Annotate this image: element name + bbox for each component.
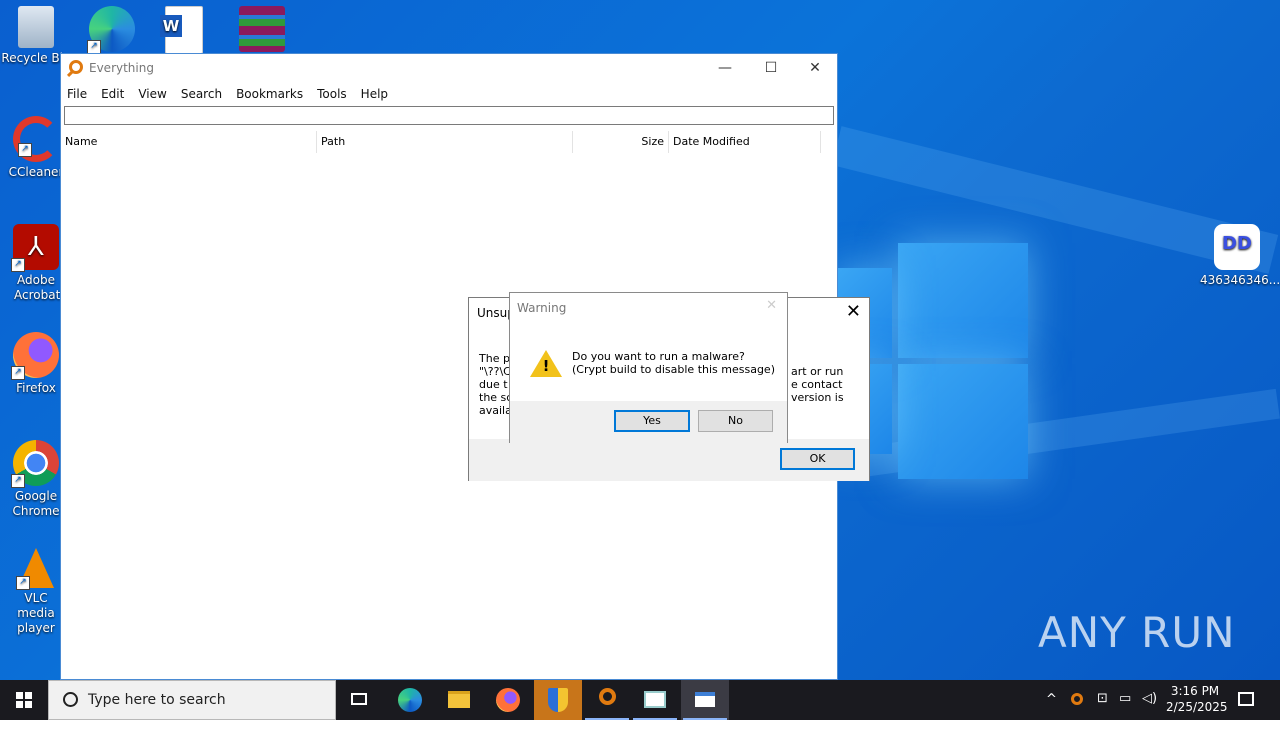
show-hidden-icons[interactable]: ^ <box>1046 692 1057 732</box>
dialog-footer: OK <box>469 439 869 481</box>
window-title: Everything <box>89 61 154 75</box>
firefox-icon <box>496 688 520 712</box>
desktop-icon-label: VLC media player <box>17 591 55 635</box>
taskbar: Type here to search ^ ⊡ ▭ ◁) 3:16 PM 2/2… <box>0 680 1280 720</box>
taskbar-app-dialog[interactable] <box>681 680 729 720</box>
desktop-icon-label: Google Chrome <box>12 489 60 518</box>
exclamation-icon: ! <box>542 357 550 375</box>
close-button[interactable]: ✕ <box>792 54 838 82</box>
clock[interactable]: 3:16 PM 2/25/2025 <box>1166 683 1228 723</box>
message-line: e contact <box>791 378 843 391</box>
recycle-bin-icon <box>18 6 54 48</box>
magnifier-app-icon <box>69 60 83 74</box>
taskbar-shield-app[interactable] <box>534 680 582 720</box>
menu-help[interactable]: Help <box>361 82 396 104</box>
column-header: Name Path Size Date Modified <box>61 131 821 153</box>
menu-bar: File Edit View Search Bookmarks Tools He… <box>61 82 837 104</box>
menu-file[interactable]: File <box>67 82 95 104</box>
anyrun-watermark: ANY RUN <box>1038 608 1236 657</box>
warning-message-line1: Do you want to run a malware? <box>572 350 745 363</box>
start-button[interactable] <box>0 680 48 720</box>
magnifier-icon <box>1071 693 1083 705</box>
clock-date: 2/25/2025 <box>1166 700 1228 714</box>
menu-bookmarks[interactable]: Bookmarks <box>236 82 311 104</box>
windows-logo-pane <box>898 243 1028 358</box>
search-icon <box>63 692 78 707</box>
firefox-icon: ↗ <box>11 332 59 380</box>
menu-view[interactable]: View <box>138 82 174 104</box>
dialog-close-button: ✕ <box>766 298 777 313</box>
search-input[interactable] <box>64 106 834 125</box>
dd-app-icon: DD <box>1214 224 1260 270</box>
task-view-icon <box>351 693 367 705</box>
clock-time: 3:16 PM <box>1170 684 1220 698</box>
task-view-button[interactable] <box>336 680 384 720</box>
notifications-button[interactable] <box>1238 690 1254 730</box>
dialog-close-button[interactable]: ✕ <box>846 301 861 322</box>
edge-icon: ↗ <box>87 6 135 54</box>
maximize-button[interactable]: ☐ <box>748 54 794 82</box>
desktop-icon-label: 436346346... <box>1200 273 1280 287</box>
tray-everything-icon[interactable] <box>1071 690 1083 730</box>
app-window-icon <box>644 691 666 708</box>
taskbar-search-box[interactable]: Type here to search <box>48 680 336 720</box>
folder-icon <box>448 691 470 708</box>
volume-icon[interactable]: ◁) <box>1142 691 1157 731</box>
shield-icon <box>548 688 568 712</box>
edge-icon <box>398 688 422 712</box>
message-line: version is <box>791 391 844 404</box>
desktop-icon-winrar[interactable] <box>226 6 298 55</box>
desktop-icon-word[interactable]: W <box>148 6 220 57</box>
no-button[interactable]: No <box>698 410 773 432</box>
menu-search[interactable]: Search <box>181 82 230 104</box>
column-date-modified[interactable]: Date Modified <box>669 131 821 153</box>
vlc-cone-icon: ↗ <box>16 548 54 590</box>
dialog-window-icon <box>695 692 715 707</box>
chrome-icon: ↗ <box>11 440 59 488</box>
ccleaner-icon: ↗ <box>13 116 59 162</box>
minimize-button[interactable]: — <box>702 54 748 82</box>
magnifier-app-icon <box>599 688 616 705</box>
ok-button[interactable]: OK <box>780 448 855 470</box>
taskbar-file-explorer[interactable] <box>435 680 483 720</box>
taskbar-firefox[interactable] <box>484 680 532 720</box>
dialog-title: Warning <box>517 301 567 315</box>
adobe-acrobat-icon: ⅄ ↗ <box>11 224 59 272</box>
winrar-archive-icon <box>239 6 285 52</box>
notification-icon <box>1238 692 1254 706</box>
yes-button[interactable]: Yes <box>614 410 690 432</box>
word-document-icon: W <box>160 6 203 54</box>
column-path[interactable]: Path <box>317 131 573 153</box>
menu-tools[interactable]: Tools <box>317 82 355 104</box>
message-line: art or run <box>791 365 844 378</box>
warning-dialog: Warning ✕ ! Do you want to run a malware… <box>509 292 788 443</box>
menu-edit[interactable]: Edit <box>101 82 132 104</box>
title-bar[interactable]: Everything — ☐ ✕ <box>61 54 837 82</box>
windows-logo-pane <box>898 364 1028 479</box>
taskbar-edge[interactable] <box>386 680 434 720</box>
dialog-message-right: art or run e contact version is <box>791 365 844 404</box>
network-icon[interactable]: ▭ <box>1119 691 1131 731</box>
desktop-icon-file[interactable]: DD 436346346... <box>1200 224 1280 288</box>
dialog-footer: Yes No <box>510 401 787 443</box>
taskbar-app-window[interactable] <box>631 680 679 720</box>
desktop-icon-edge[interactable]: ↗ <box>76 6 148 55</box>
taskbar-everything[interactable] <box>583 680 631 720</box>
column-size[interactable]: Size <box>573 131 669 153</box>
warning-message-line2: (Crypt build to disable this message) <box>572 363 775 376</box>
tray-device-icon[interactable]: ⊡ <box>1097 691 1108 731</box>
desktop-icon-label: Adobe Acrobat <box>14 273 61 302</box>
column-name[interactable]: Name <box>61 131 317 153</box>
search-placeholder: Type here to search <box>88 692 226 708</box>
windows-start-icon <box>16 692 32 708</box>
